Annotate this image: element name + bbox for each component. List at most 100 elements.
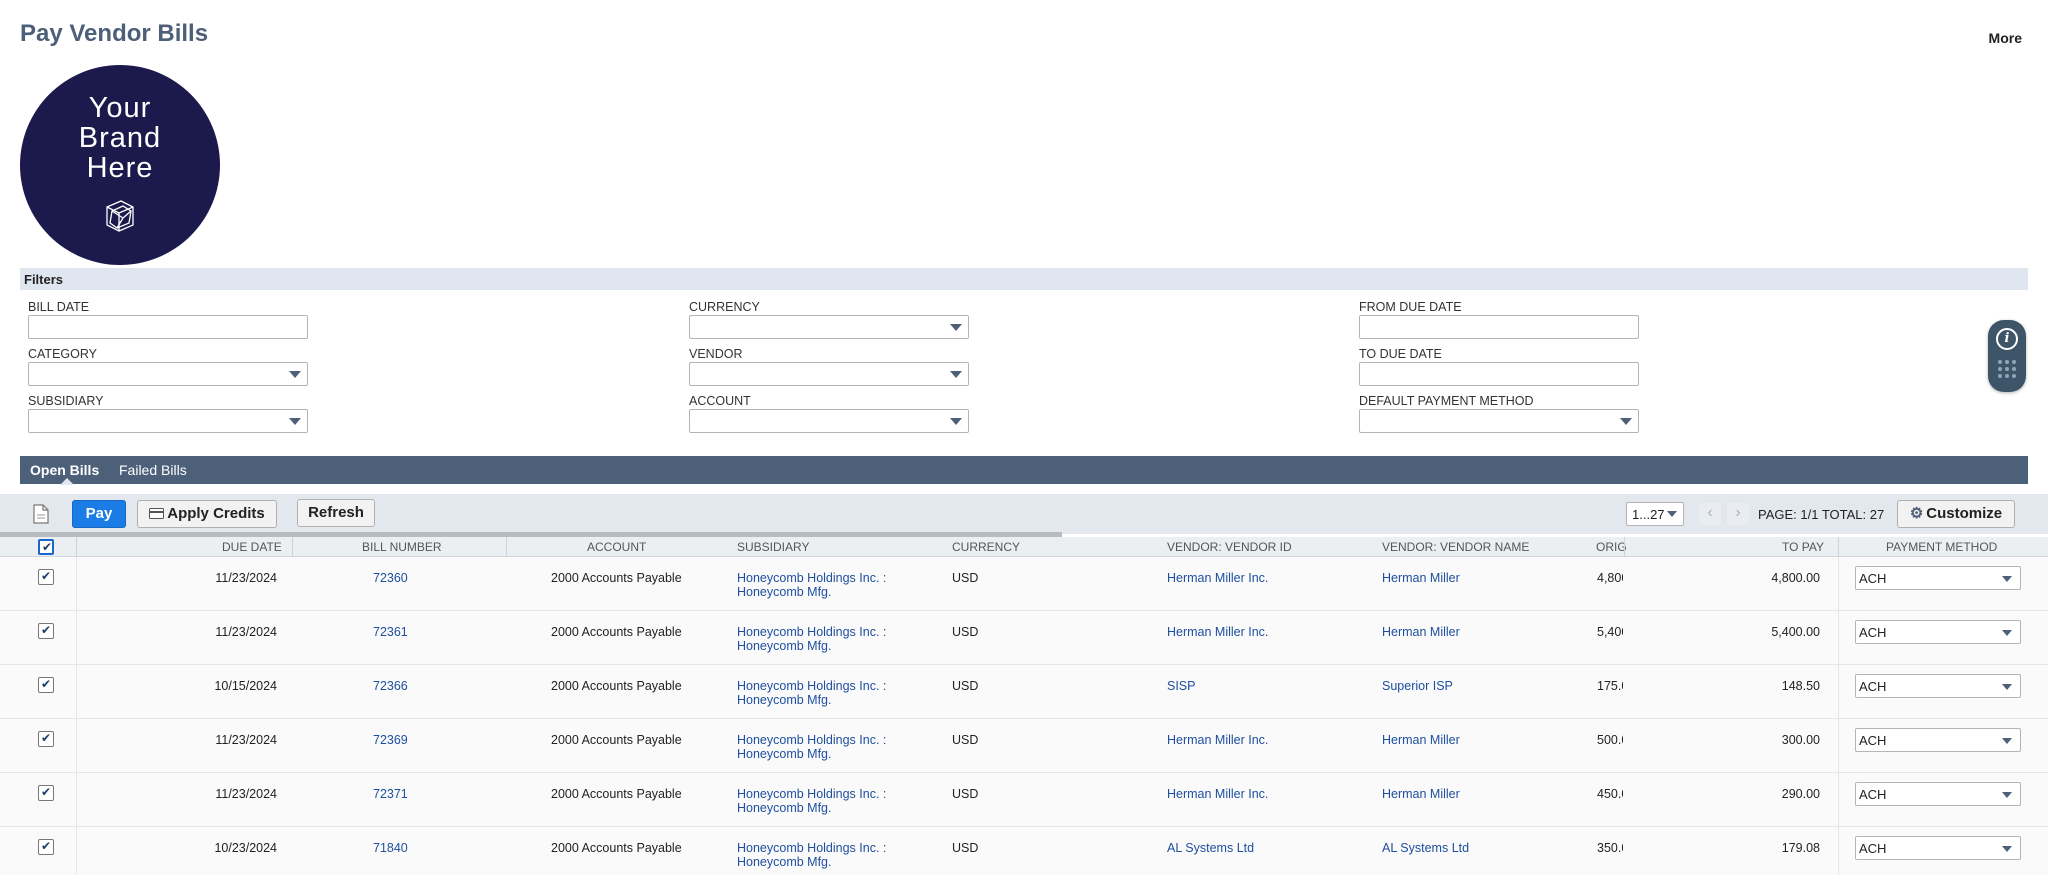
more-menu-link[interactable]: More [1989,30,2022,46]
payment-method-select[interactable]: ACH [1855,782,2021,806]
due-date-cell: 10/23/2024 [214,841,277,855]
row-checkbox[interactable] [38,569,54,585]
vendor-id-link[interactable]: Herman Miller Inc. [1167,571,1268,585]
bill-number-link[interactable]: 72371 [373,787,408,801]
col-currency[interactable]: CURRENCY [952,540,1020,554]
vendor-id-link[interactable]: SISP [1167,679,1196,693]
subsidiary-child: Honeycomb Mfg. [737,855,832,869]
subsidiary-link[interactable]: Honeycomb Holdings Inc. : Honeycomb Mfg. [737,841,897,869]
column-divider[interactable] [292,537,293,558]
document-icon[interactable] [33,504,49,524]
vendor-name-link[interactable]: Herman Miller [1382,787,1460,801]
payment-method-select[interactable]: ACH [1855,728,2021,752]
table-row: 11/23/2024 72360 2000 Accounts Payable Hone… [0,557,2048,611]
bill-number-link[interactable]: 72369 [373,733,408,747]
row-checkbox[interactable] [38,623,54,639]
vendor-id-link[interactable]: AL Systems Ltd [1167,841,1254,855]
pay-button[interactable]: Pay [72,500,126,528]
table-row: 11/23/2024 72369 2000 Accounts Payable Hone… [0,719,2048,773]
payment-method-select[interactable]: ACH [1855,836,2021,860]
vendor-name-link[interactable]: Herman Miller [1382,733,1460,747]
chevron-right-icon: › [1735,504,1741,521]
col-due-date[interactable]: DUE DATE [222,540,282,554]
help-widget[interactable]: i [1988,320,2026,392]
col-account[interactable]: ACCOUNT [587,540,646,554]
column-divider[interactable] [1624,537,1625,558]
vendor-name-link[interactable]: Herman Miller [1382,625,1460,639]
table-header: DUE DATE BILL NUMBER ACCOUNT SUBSIDIARY … [0,537,2048,557]
refresh-button[interactable]: Refresh [297,499,375,527]
orig-amount-cell: 4,800.00 [1597,571,1623,585]
row-checkbox[interactable] [38,839,54,855]
vendor-id-link[interactable]: Herman Miller Inc. [1167,625,1268,639]
to-pay-cell[interactable]: 5,400.00 [1700,625,1820,639]
next-page-button[interactable]: › [1727,503,1749,525]
vendor-select[interactable] [689,362,969,386]
to-pay-cell[interactable]: 290.00 [1700,787,1820,801]
chevron-left-icon: ‹ [1707,504,1713,521]
col-vendor-id[interactable]: VENDOR: VENDOR ID [1167,540,1292,554]
payment-method-select[interactable]: ACH [1855,674,2021,698]
account-select[interactable] [689,409,969,433]
to-pay-cell[interactable]: 300.00 [1700,733,1820,747]
col-payment-method[interactable]: PAYMENT METHOD [1886,540,1997,554]
category-select[interactable] [28,362,308,386]
col-bill-number[interactable]: BILL NUMBER [362,540,442,554]
subsidiary-select[interactable] [28,409,308,433]
grid-dots-icon[interactable] [1998,360,2018,382]
subsidiary-link[interactable]: Honeycomb Holdings Inc. : Honeycomb Mfg. [737,787,897,815]
tab-open-bills[interactable]: Open Bills [30,462,99,478]
table-row: 11/23/2024 72371 2000 Accounts Payable Hone… [0,773,2048,827]
bill-date-input[interactable] [28,315,308,339]
row-checkbox[interactable] [38,677,54,693]
payment-method-select[interactable]: ACH [1855,620,2021,644]
to-due-date-input[interactable] [1359,362,1639,386]
col-to-pay[interactable]: TO PAY [1782,540,1824,554]
subsidiary-link[interactable]: Honeycomb Holdings Inc. : Honeycomb Mfg. [737,679,897,707]
payment-method-select[interactable]: ACH [1855,566,2021,590]
bill-number-link[interactable]: 72366 [373,679,408,693]
chevron-down-icon [950,371,962,378]
column-divider[interactable] [506,537,507,558]
info-icon[interactable]: i [1996,328,2018,350]
row-checkbox[interactable] [38,785,54,801]
subsidiary-parent: Honeycomb Holdings Inc. : [737,841,887,855]
cube-icon [106,200,134,232]
bill-number-link[interactable]: 71840 [373,841,408,855]
subsidiary-link[interactable]: Honeycomb Holdings Inc. : Honeycomb Mfg. [737,733,897,761]
previous-page-button[interactable]: ‹ [1699,503,1721,525]
to-pay-cell[interactable]: 4,800.00 [1700,571,1820,585]
col-orig[interactable]: ORIG [1596,540,1627,554]
column-divider[interactable] [1838,537,1839,558]
to-pay-cell[interactable]: 148.50 [1700,679,1820,693]
column-divider[interactable] [76,537,77,558]
tab-failed-bills[interactable]: Failed Bills [119,462,187,478]
col-subsidiary[interactable]: SUBSIDIARY [737,540,809,554]
page-range-select[interactable]: 1...27 [1626,502,1684,526]
vendor-id-link[interactable]: Herman Miller Inc. [1167,733,1268,747]
bill-number-link[interactable]: 72361 [373,625,408,639]
select-all-checkbox[interactable] [38,539,54,555]
from-due-date-input[interactable] [1359,315,1639,339]
to-pay-cell[interactable]: 179.08 [1700,841,1820,855]
currency-cell: USD [952,841,979,855]
page-info: PAGE: 1/1 TOTAL: 27 [1758,507,1885,522]
row-checkbox[interactable] [38,731,54,747]
bill-number-link[interactable]: 72360 [373,571,408,585]
subsidiary-link[interactable]: Honeycomb Holdings Inc. : Honeycomb Mfg. [737,625,897,653]
currency-select[interactable] [689,315,969,339]
col-vendor-name[interactable]: VENDOR: VENDOR NAME [1382,540,1529,554]
subsidiary-link[interactable]: Honeycomb Holdings Inc. : Honeycomb Mfg. [737,571,897,599]
brand-logo: Your Brand Here [20,65,220,265]
apply-credits-button[interactable]: Apply Credits [137,500,277,528]
vendor-id-link[interactable]: Herman Miller Inc. [1167,787,1268,801]
chevron-down-icon [2002,792,2012,798]
due-date-cell: 11/23/2024 [215,625,277,639]
from-due-date-label: FROM DUE DATE [1359,300,1462,314]
vendor-name-link[interactable]: Superior ISP [1382,679,1453,693]
vendor-name-link[interactable]: Herman Miller [1382,571,1460,585]
default-payment-method-select[interactable] [1359,409,1639,433]
table-row: 10/23/2024 71840 2000 Accounts Payable Hone… [0,827,2048,875]
vendor-name-link[interactable]: AL Systems Ltd [1382,841,1469,855]
customize-button[interactable]: ⚙ Customize [1897,500,2015,528]
